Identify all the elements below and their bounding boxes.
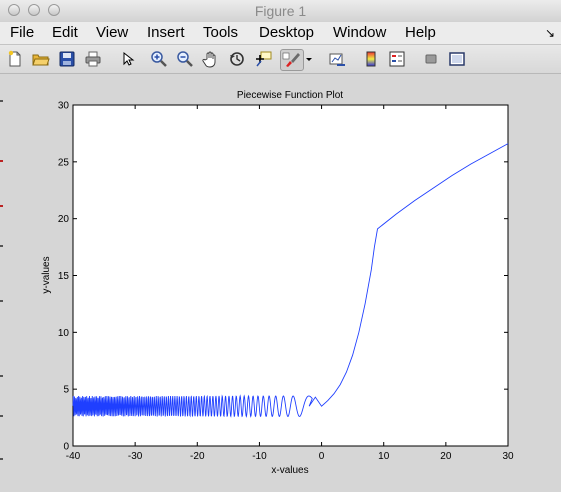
brush-dropdown-icon[interactable] [305,50,313,68]
link-plot-icon[interactable] [328,50,346,68]
x-tick-label: -10 [252,451,267,462]
hide-plot-tools-icon[interactable] [422,50,440,68]
menu-desktop[interactable]: Desktop [259,24,314,41]
x-tick-label: 10 [378,451,390,462]
brush-icon[interactable] [280,49,304,71]
menu-view[interactable]: View [96,24,128,41]
x-tick-label: 30 [502,451,514,462]
insert-legend-icon[interactable] [388,50,406,68]
x-tick-label: -40 [66,451,81,462]
print-icon[interactable] [84,50,102,68]
y-axis-label: y-values [41,256,52,293]
y-tick-label: 20 [58,214,70,225]
y-tick-label: 15 [58,271,70,282]
menu-file[interactable]: File [10,24,34,41]
y-tick-label: 25 [58,157,70,168]
y-tick-label: 0 [63,442,69,453]
save-icon[interactable] [58,50,76,68]
rotate-3d-icon[interactable] [228,50,246,68]
x-axis-label: x-values [271,465,308,476]
figure-canvas: Piecewise Function Plot x-values y-value… [41,90,514,476]
edit-plot-arrow-icon[interactable] [118,50,136,68]
x-tick-label: 0 [319,451,325,462]
data-cursor-icon[interactable] [254,50,272,68]
zoom-in-icon[interactable] [150,50,168,68]
axes-box [72,104,509,447]
menu-overflow-arrow-icon[interactable]: ↘ [545,26,555,40]
x-tick-label: -30 [128,451,143,462]
pan-hand-icon[interactable] [202,50,220,68]
y-tick-label: 30 [58,101,70,112]
menu-edit[interactable]: Edit [52,24,78,41]
new-figure-icon[interactable] [6,50,24,68]
insert-colorbar-icon[interactable] [362,50,380,68]
y-tick-label: 5 [63,385,69,396]
open-file-icon[interactable] [32,50,50,68]
zoom-out-icon[interactable] [176,50,194,68]
x-tick-label: -20 [190,451,205,462]
figure-window: Figure 1 File Edit View Insert Tools Des… [0,0,561,492]
menu-window[interactable]: Window [333,24,386,41]
menu-help[interactable]: Help [405,24,436,41]
y-tick-label: 10 [58,328,70,339]
plot-title: Piecewise Function Plot [237,90,343,101]
menu-bar: File Edit View Insert Tools Desktop Wind… [0,22,561,45]
show-plot-tools-icon[interactable] [448,50,466,68]
x-tick-label: 20 [440,451,452,462]
window-title: Figure 1 [254,3,307,19]
menu-insert[interactable]: Insert [147,24,185,41]
menu-tools[interactable]: Tools [203,24,238,41]
title-bar: Figure 1 [0,0,561,23]
figure-toolbar [0,45,561,74]
